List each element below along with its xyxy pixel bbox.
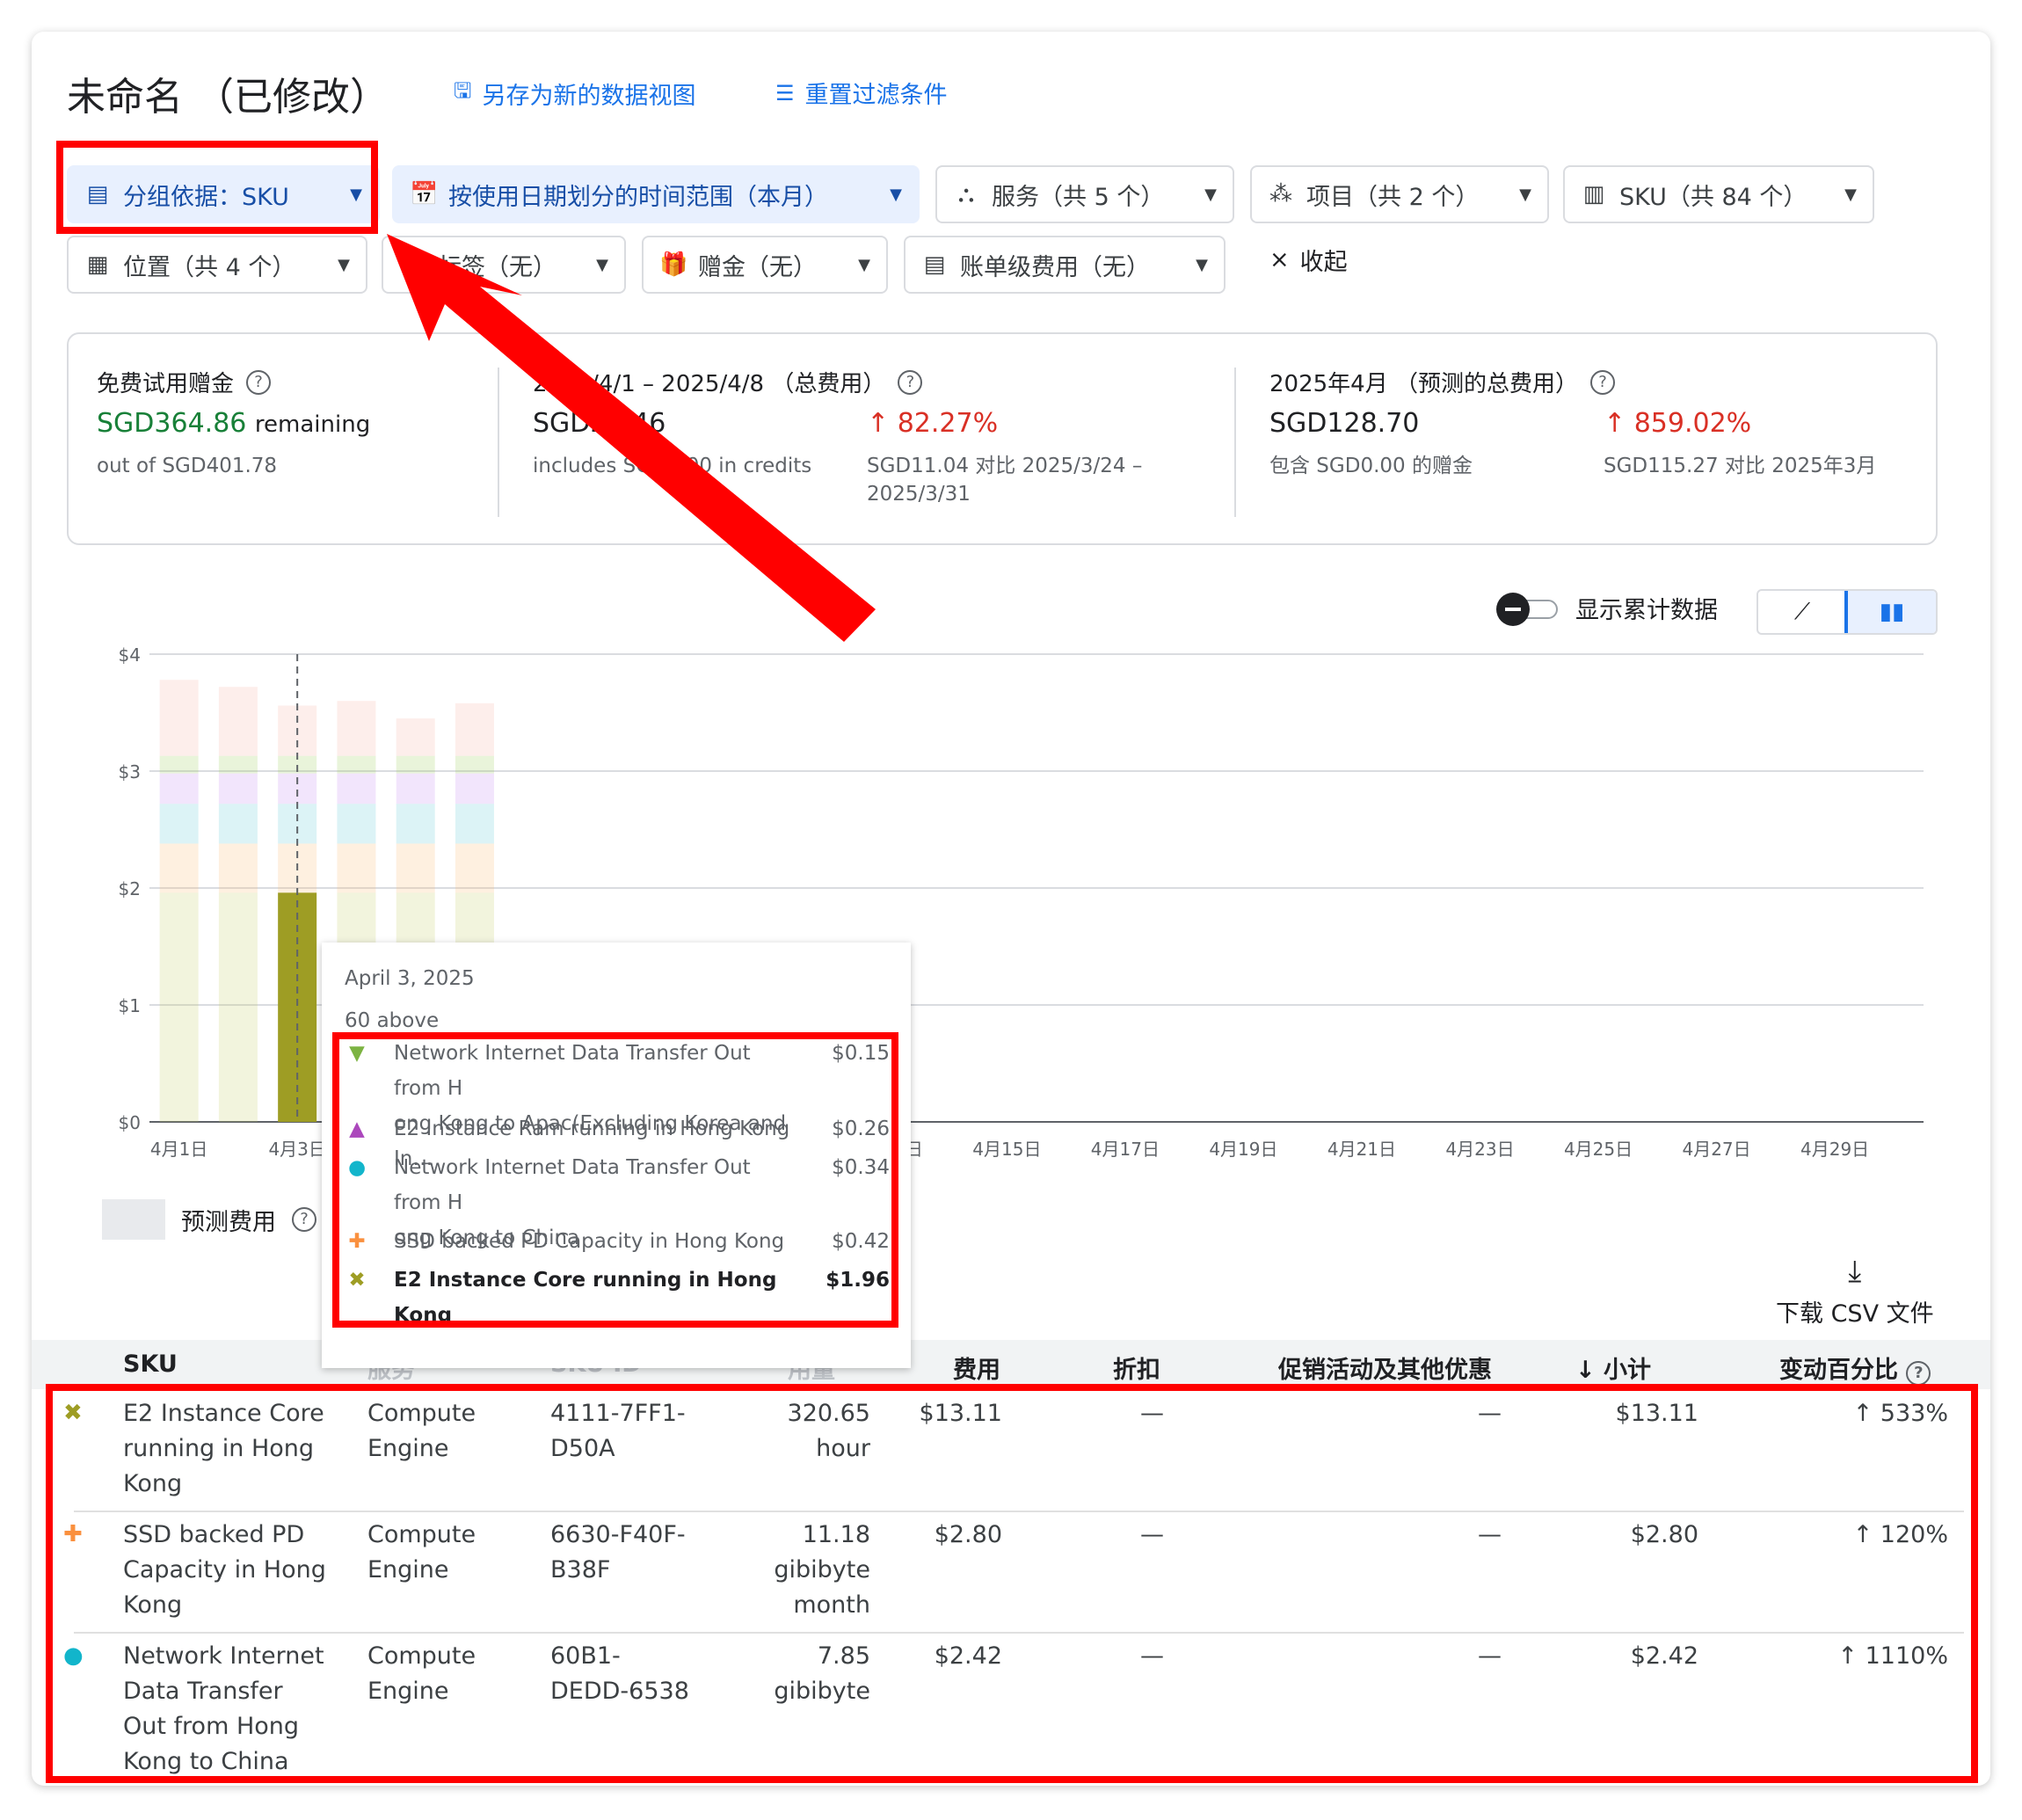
annotation-arrow — [387, 234, 876, 642]
billing-report-panel: 未命名 （已修改） 🖫 另存为新的数据视图 ☰ 重置过滤条件 ▤ 分组依据：SK… — [32, 32, 1990, 1786]
